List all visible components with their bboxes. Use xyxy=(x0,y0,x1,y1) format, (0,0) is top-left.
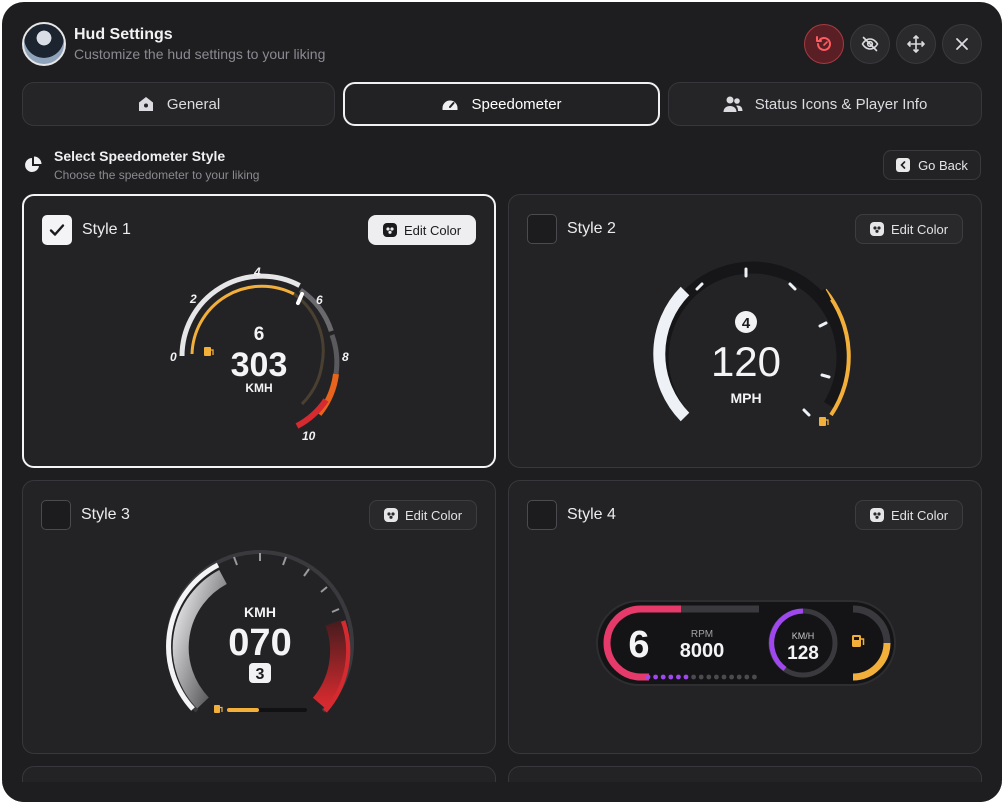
close-icon xyxy=(956,38,968,50)
rpm-dot xyxy=(653,674,658,680)
speed-value: 070 xyxy=(228,622,291,664)
hud-settings-panel: Hud Settings Customize the hud settings … xyxy=(2,2,1002,802)
edit-color-label: Edit Color xyxy=(890,507,949,523)
style-card-4[interactable]: Style 4 Edit Color 6 RPM 8000 KM/H 128 xyxy=(508,480,982,754)
rpm-dot xyxy=(714,674,719,680)
style-4-label: Style 4 xyxy=(567,506,616,523)
speedometer-style-1: 0 2 4 6 8 10 6 303 KMH xyxy=(170,265,349,443)
rpm-dot xyxy=(706,674,712,680)
avatar xyxy=(22,22,66,66)
gear-value: 3 xyxy=(256,666,265,683)
rpm-dot xyxy=(752,674,757,680)
palette-icon xyxy=(869,222,884,236)
style-3-edit-color-button[interactable]: Edit Color xyxy=(369,500,477,530)
rpm-dot xyxy=(729,674,734,680)
tick-label-6: 6 xyxy=(316,293,323,307)
gear-value: 6 xyxy=(628,624,649,666)
rpm-dot xyxy=(668,674,674,680)
tick-label-8: 8 xyxy=(342,350,349,364)
style-4-edit-color-button[interactable]: Edit Color xyxy=(855,500,963,530)
edit-color-label: Edit Color xyxy=(404,507,463,523)
style-2-checkbox[interactable] xyxy=(527,214,557,244)
palette-icon xyxy=(869,508,884,522)
chevron-left-icon xyxy=(896,158,911,172)
palette-icon xyxy=(383,508,398,522)
tick-label-2: 2 xyxy=(189,292,197,306)
tab-general[interactable]: General xyxy=(22,82,335,126)
close-button[interactable] xyxy=(942,24,982,64)
rpm-dot xyxy=(691,674,696,680)
fuel-bar-fill xyxy=(227,708,259,712)
home-icon xyxy=(138,97,153,111)
style-4-checkbox[interactable] xyxy=(527,500,557,530)
rpm-dot xyxy=(645,674,651,680)
section-title: Select Speedometer Style xyxy=(54,148,226,164)
page-title: Hud Settings xyxy=(74,26,173,43)
style-2-edit-color-button[interactable]: Edit Color xyxy=(855,214,963,244)
tick-label-4: 4 xyxy=(253,265,261,279)
rpm-dot xyxy=(660,674,666,680)
style-3-checkbox[interactable] xyxy=(41,500,71,530)
hide-hud-button[interactable] xyxy=(850,24,890,64)
fuel-icon xyxy=(819,417,829,426)
tab-status-icons-label: Status Icons & Player Info xyxy=(754,95,928,113)
go-back-label: Go Back xyxy=(918,157,968,173)
style-2-label: Style 2 xyxy=(567,220,616,237)
tick-label-0: 0 xyxy=(170,350,177,364)
speed-value: 128 xyxy=(787,643,819,664)
pie-chart-icon xyxy=(25,156,42,172)
style-card-3[interactable]: Style 3 Edit Color KMH 070 3 xyxy=(22,480,496,754)
edit-color-label: Edit Color xyxy=(890,221,949,237)
gear-value: 4 xyxy=(742,315,751,332)
gear-value: 6 xyxy=(254,324,265,345)
speed-value: 303 xyxy=(231,346,288,384)
style-3-label: Style 3 xyxy=(81,506,130,523)
fuel-icon xyxy=(214,705,223,713)
move-icon xyxy=(907,35,925,53)
speed-unit: KMH xyxy=(245,381,272,395)
rpm-dot xyxy=(698,674,704,680)
eye-off-icon xyxy=(861,36,879,52)
rpm-dot xyxy=(721,674,727,680)
rpm-dot xyxy=(676,674,681,680)
speed-unit: KM/H xyxy=(792,631,815,641)
fuel-icon xyxy=(204,347,214,356)
rpm-dot xyxy=(736,674,742,680)
go-back-button[interactable]: Go Back xyxy=(883,150,981,180)
tab-status-icons[interactable]: Status Icons & Player Info xyxy=(668,82,982,126)
rpm-dot xyxy=(744,674,750,680)
page-subtitle: Customize the hud settings to your likin… xyxy=(74,46,326,62)
tab-general-label: General xyxy=(166,95,221,113)
rpm-dot xyxy=(683,674,689,680)
panel-footer xyxy=(2,782,1002,802)
rpm-value: 8000 xyxy=(680,640,725,662)
style-card-1[interactable]: Style 1 Edit Color 0 2 4 6 8 10 6 303 KM… xyxy=(22,194,496,468)
rpm-label: RPM xyxy=(691,629,713,640)
reset-button[interactable] xyxy=(804,24,844,64)
rpm-dots xyxy=(645,674,757,680)
reset-icon xyxy=(816,36,831,51)
tick-label-10: 10 xyxy=(302,429,316,443)
section-subtitle: Choose the speedometer to your liking xyxy=(54,168,260,182)
style-card-2[interactable]: Style 2 Edit Color 4 120 MPH xyxy=(508,194,982,468)
speed-unit: MPH xyxy=(730,390,761,406)
move-hud-button[interactable] xyxy=(896,24,936,64)
speed-unit: KMH xyxy=(244,604,276,620)
tab-speedometer[interactable]: Speedometer xyxy=(343,82,660,126)
speedometer-icon xyxy=(442,100,458,110)
users-icon xyxy=(723,96,743,112)
tab-speedometer-label: Speedometer xyxy=(471,95,562,113)
speed-value: 120 xyxy=(711,338,781,385)
